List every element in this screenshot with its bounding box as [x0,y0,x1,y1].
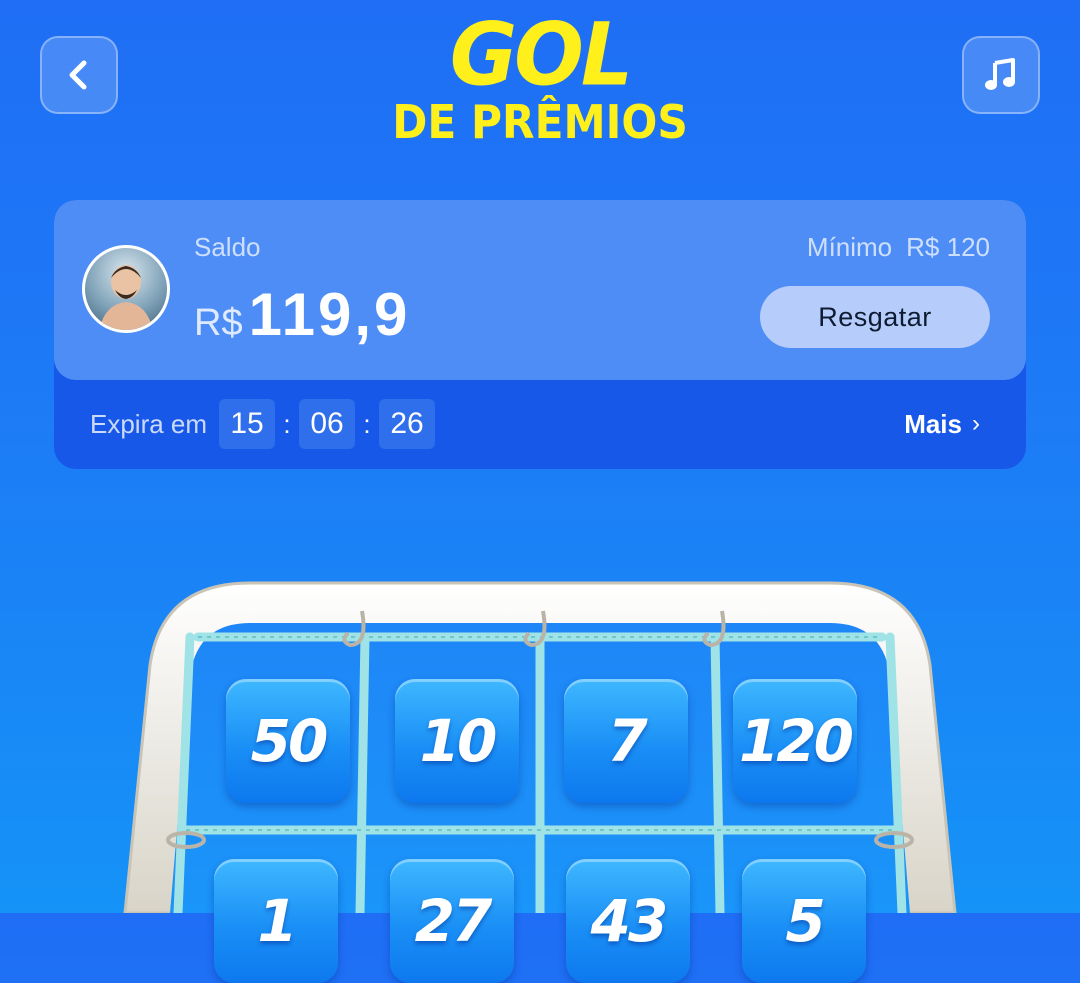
music-button[interactable] [962,36,1040,114]
timer-seconds: 26 [379,399,436,449]
balance-card: Saldo R$ 119,9 Mínimo R$ 120 Resgatar Expi… [54,200,1026,469]
balance-currency: R$ [194,302,243,344]
prize-tile[interactable]: 1 [214,859,338,983]
logo-title: GOL [449,5,633,106]
timer-minutes: 06 [299,399,356,449]
redeem-button[interactable]: Resgatar [760,286,990,348]
prize-tile[interactable]: 5 [742,859,866,983]
balance-amount: R$ 119,9 [194,280,410,349]
prize-tile[interactable]: 10 [395,679,519,803]
prize-tile[interactable]: 43 [566,859,690,983]
goal-frame [123,581,957,913]
chevron-right-icon: › [972,410,980,437]
timer-hours: 15 [219,399,276,449]
minimum-value: R$ 120 [906,232,990,262]
music-note-icon [981,55,1021,95]
prize-tile[interactable]: 50 [226,679,350,803]
minimum-withdrawal: Mínimo R$ 120 [807,232,990,263]
expiry-timer: Expira em 15 : 06 : 26 [90,398,436,450]
timer-separator: : [363,408,371,439]
more-link[interactable]: Mais › [904,398,980,450]
prize-tile[interactable]: 27 [390,859,514,983]
prize-tile[interactable]: 7 [564,679,688,803]
prize-tile[interactable]: 120 [733,679,857,803]
timer-separator: : [283,408,291,439]
balance-value: 119,9 [248,281,411,348]
logo-subtitle: DE PRÊMIOS [392,95,688,149]
minimum-label: Mínimo [806,232,893,262]
avatar [82,245,170,333]
more-label: Mais [904,408,962,439]
goal-prize-grid: 50 10 7 120 1 27 43 5 [0,575,1080,983]
game-logo: GOL DE PRÊMIOS [0,5,1080,149]
saldo-label: Saldo [194,232,261,262]
expiry-label: Expira em [90,408,208,439]
balance-panel: Saldo R$ 119,9 Mínimo R$ 120 Resgatar [54,200,1026,380]
